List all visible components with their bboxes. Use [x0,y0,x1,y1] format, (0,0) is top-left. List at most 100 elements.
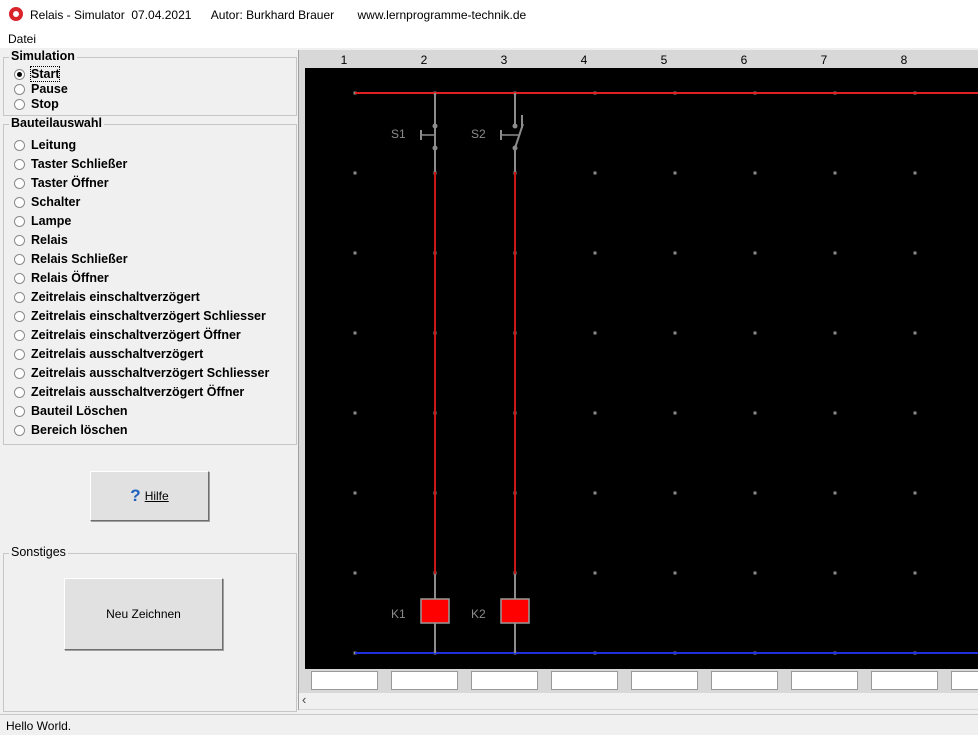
radio-indicator[interactable] [14,272,25,284]
schematic-svg[interactable]: S1 K1 S2 K2 [305,68,978,669]
column-cell[interactable] [631,671,698,690]
status-text: Hello World. [6,719,72,733]
radio-indicator[interactable] [14,234,25,246]
grid-dot [673,171,677,175]
grid-dot [753,171,757,175]
grid-dot [353,171,357,175]
grid-dot [913,251,917,255]
grid-dot [593,251,597,255]
column-cell[interactable] [391,671,458,690]
grid-dot [833,251,837,255]
radio-indicator[interactable] [14,367,25,379]
option-label: Schalter [31,195,81,209]
question-icon: ? [130,486,141,505]
radio-indicator[interactable] [14,291,25,303]
title-bar: Relais - Simulator 07.04.2021 Autor: Bur… [0,0,978,30]
grid-dot [593,571,597,575]
radio-pause-label: Pause [31,82,68,96]
radio-indicator[interactable] [14,386,25,398]
k1-coil[interactable] [420,598,450,624]
grid-dot [593,411,597,415]
radio-bauteil-loeschen[interactable]: Bauteil Löschen [14,402,128,420]
option-label: Relais Öffner [31,271,109,285]
radio-stop-label: Stop [31,97,59,111]
radio-indicator[interactable] [14,139,25,151]
option-label: Taster Öffner [31,176,109,190]
column-header: 7 [820,53,828,67]
radio-indicator[interactable] [14,68,25,80]
grid-dot [913,171,917,175]
bauteilauswahl-group: Bauteilauswahl Leitung Taster Schließer … [3,116,297,445]
s2-label: S2 [471,127,486,141]
radio-indicator[interactable] [14,405,25,417]
option-label: Taster Schließer [31,157,128,171]
grid-dot [833,171,837,175]
radio-indicator[interactable] [14,196,25,208]
column-header: 4 [580,53,588,67]
k2-coil[interactable] [500,598,530,624]
radio-schalter[interactable]: Schalter [14,193,80,211]
radio-zeitrelais-ein-schliesser[interactable]: Zeitrelais einschaltverzögert Schliesser [14,307,266,325]
radio-lampe[interactable]: Lampe [14,212,71,230]
grid-dot [593,171,597,175]
radio-relais-oeffner[interactable]: Relais Öffner [14,269,109,287]
radio-indicator[interactable] [14,215,25,227]
column-cell[interactable] [791,671,858,690]
radio-zeitrelais-ein[interactable]: Zeitrelais einschaltverzögert [14,288,200,306]
radio-indicator[interactable] [14,98,25,110]
column-cell[interactable] [471,671,538,690]
radio-taster-oeffner[interactable]: Taster Öffner [14,174,109,192]
grid-dot [673,331,677,335]
column-cell[interactable] [311,671,378,690]
option-label: Bauteil Löschen [31,404,128,418]
grid-dot [673,571,677,575]
status-bar: Hello World. [0,714,978,735]
option-label: Lampe [31,214,72,228]
simulation-group-label: Simulation [9,49,77,63]
radio-indicator[interactable] [14,310,25,322]
schematic-canvas[interactable]: S1 K1 S2 K2 [305,68,978,669]
option-label: Zeitrelais einschaltverzögert Öffner [31,328,241,342]
scroll-left-icon[interactable]: ‹ [302,692,306,707]
radio-indicator[interactable] [14,177,25,189]
option-label: Zeitrelais ausschaltverzögert Öffner [31,385,245,399]
radio-bereich-loeschen[interactable]: Bereich löschen [14,421,128,439]
column-cell[interactable] [711,671,778,690]
simulation-group: Simulation Start Pause Stop [3,49,297,116]
radio-indicator[interactable] [14,424,25,436]
radio-indicator[interactable] [14,158,25,170]
redraw-button[interactable]: Neu Zeichnen [64,578,223,650]
radio-indicator[interactable] [14,348,25,360]
help-button[interactable]: ? Hilfe [90,471,209,521]
grid-dot [833,331,837,335]
grid-dot [833,411,837,415]
radio-zeitrelais-ein-oeffner[interactable]: Zeitrelais einschaltverzögert Öffner [14,326,241,344]
column-header: 6 [740,53,748,67]
k2-label: K2 [471,607,486,621]
radio-zeitrelais-aus[interactable]: Zeitrelais ausschaltverzögert [14,345,203,363]
radio-zeitrelais-aus-oeffner[interactable]: Zeitrelais ausschaltverzögert Öffner [14,383,244,401]
radio-indicator[interactable] [14,329,25,341]
grid-dot [913,491,917,495]
radio-stop[interactable]: Stop [14,95,59,113]
column-cell[interactable] [551,671,618,690]
grid-dot [913,411,917,415]
grid-dot [753,251,757,255]
radio-indicator[interactable] [14,83,25,95]
radio-relais-schliesser[interactable]: Relais Schließer [14,250,128,268]
radio-zeitrelais-aus-schliesser[interactable]: Zeitrelais ausschaltverzögert Schliesser [14,364,269,382]
option-label: Bereich löschen [31,423,128,437]
menu-datei[interactable]: Datei [8,32,36,46]
radio-leitung[interactable]: Leitung [14,136,76,154]
radio-relais[interactable]: Relais [14,231,68,249]
grid-dot [353,331,357,335]
column-cell[interactable] [871,671,938,690]
grid-dots [353,91,917,655]
column-cell[interactable] [951,671,978,690]
grid-dot [353,491,357,495]
radio-taster-schliesser[interactable]: Taster Schließer [14,155,127,173]
horizontal-scrollbar[interactable]: ‹ [299,692,978,709]
bauteilauswahl-group-label: Bauteilauswahl [9,116,104,130]
radio-indicator[interactable] [14,253,25,265]
option-label: Zeitrelais einschaltverzögert [31,290,200,304]
